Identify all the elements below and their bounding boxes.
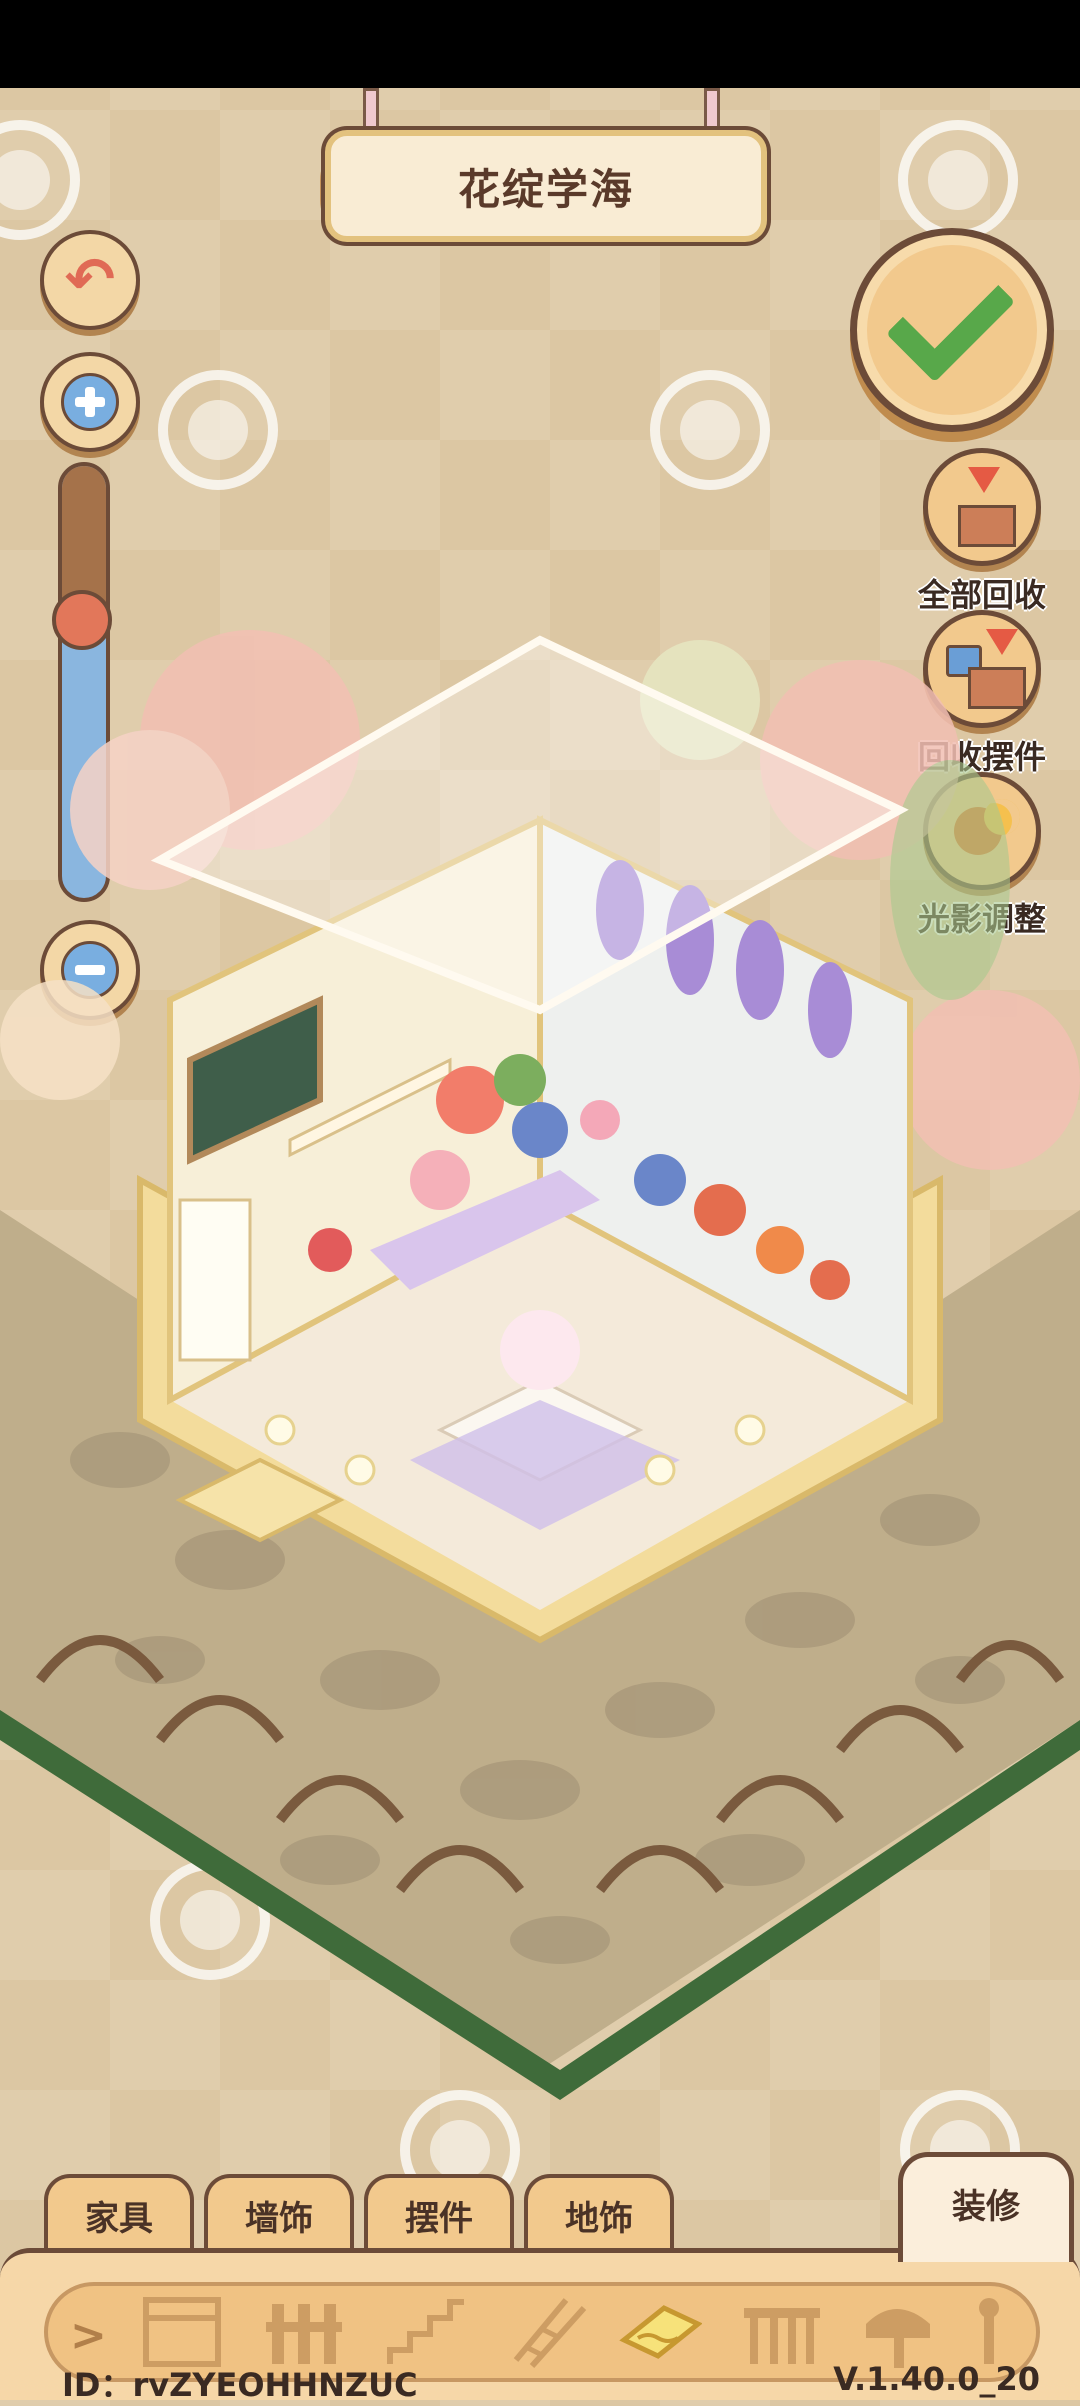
bookshelf bbox=[178, 1198, 252, 1362]
tab-floor-decor[interactable]: 地饰 bbox=[524, 2174, 674, 2252]
tab-renovation-label: 装修 bbox=[952, 2187, 1020, 2227]
floor-tile-icon[interactable] bbox=[618, 2294, 702, 2370]
zoom-in-button[interactable] bbox=[40, 352, 140, 452]
prev-arrow-icon[interactable]: > bbox=[70, 2310, 107, 2361]
tab-furniture-label: 家具 bbox=[85, 2198, 153, 2239]
tab-ornaments[interactable]: 摆件 bbox=[364, 2174, 514, 2252]
player-id: ID：rvZYEOHHNZUC bbox=[62, 2366, 418, 2404]
ladder-icon[interactable] bbox=[506, 2294, 590, 2370]
tab-furniture[interactable]: 家具 bbox=[44, 2174, 194, 2252]
undo-arrow-icon: ↶ bbox=[64, 245, 116, 315]
confirm-button[interactable] bbox=[850, 228, 1054, 432]
railing-icon[interactable] bbox=[740, 2294, 824, 2370]
tab-ornaments-label: 摆件 bbox=[405, 2198, 473, 2239]
room-scene[interactable] bbox=[0, 560, 1080, 2100]
room-title-banner: 花绽学海 bbox=[325, 130, 767, 242]
undo-button[interactable]: ↶ bbox=[40, 230, 140, 330]
sun-pattern-icon bbox=[0, 120, 80, 240]
lamp-icon[interactable] bbox=[958, 2294, 1018, 2370]
fence-icon[interactable] bbox=[262, 2294, 346, 2370]
room-title: 花绽学海 bbox=[457, 164, 634, 214]
window-icon[interactable] bbox=[140, 2294, 224, 2370]
mailbox-icon[interactable] bbox=[856, 2294, 940, 2370]
checkmark-icon bbox=[885, 252, 1016, 382]
version-label: V.1.40.0_20 bbox=[833, 2360, 1040, 2398]
tab-renovation[interactable]: 装修 bbox=[898, 2152, 1074, 2262]
recycle-all-icon bbox=[923, 448, 1041, 566]
plus-icon bbox=[61, 373, 119, 431]
stairs-icon[interactable] bbox=[384, 2294, 468, 2370]
sun-pattern-icon bbox=[650, 370, 770, 490]
sun-pattern-icon bbox=[158, 370, 278, 490]
status-bar bbox=[0, 0, 1080, 88]
sun-pattern-icon bbox=[898, 120, 1018, 240]
tab-floor-decor-label: 地饰 bbox=[565, 2198, 633, 2239]
tab-wall-decor-label: 墙饰 bbox=[245, 2198, 313, 2239]
tab-wall-decor[interactable]: 墙饰 bbox=[204, 2174, 354, 2252]
